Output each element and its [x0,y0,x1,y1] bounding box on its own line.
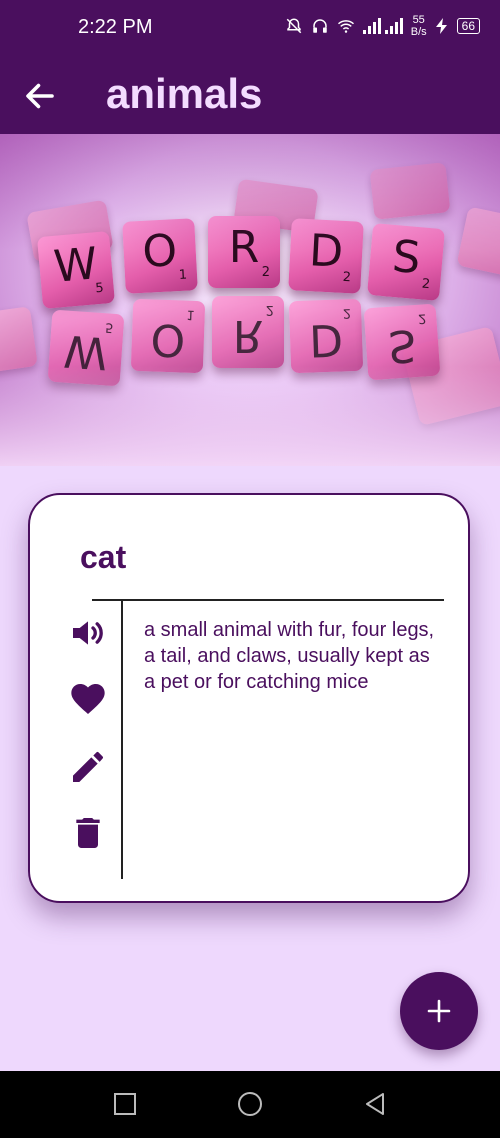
plus-icon [427,999,451,1023]
headphones-icon [312,19,327,33]
word-definition: a small animal with fur, four legs, a ta… [144,619,435,693]
charging-icon [435,18,447,34]
wifi-icon [337,20,354,33]
page-title: animals [106,70,263,117]
speaker-icon[interactable] [68,613,108,653]
mute-bell-icon [286,18,302,34]
divider-vertical [121,599,123,879]
circle-icon[interactable] [237,1091,263,1117]
netspeed: 55 B/s [411,14,427,38]
app-bar: animals [0,60,500,134]
add-word-button[interactable] [400,972,478,1050]
system-nav-bar [0,1071,500,1138]
word-card: cat a small animal with fur, four legs, … [28,493,470,903]
square-icon[interactable] [112,1091,138,1117]
netspeed-unit: B/s [410,26,427,38]
hero-overlay [0,134,500,466]
word-title: cat [80,539,127,575]
status-icons: 55 B/s 66 [285,14,480,38]
status-time: 2:22 PM [78,16,153,38]
pencil-icon[interactable] [68,747,108,787]
triangle-back-icon[interactable] [362,1091,388,1117]
status-bar: 2:22 PM 55 B/s 66 [0,0,500,60]
netspeed-value: 55 [412,14,425,26]
trash-icon[interactable] [68,813,108,853]
hero-image: W5 O1 R2 D2 S2 W5 O1 R2 D2 S2 [0,134,500,466]
signal-icon [362,18,403,34]
heart-icon[interactable] [68,679,108,719]
arrow-left-icon[interactable] [22,78,58,114]
divider-horizontal [92,599,444,601]
battery-level: 66 [456,18,480,34]
